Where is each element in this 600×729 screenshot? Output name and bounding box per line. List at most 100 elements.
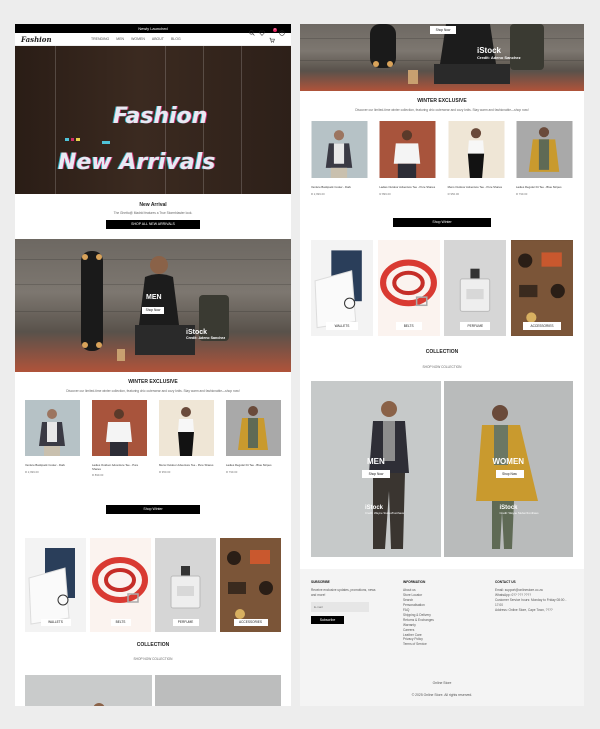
product-card[interactable]: Ladies Outdoor Adventure Tee - Pure Shar… xyxy=(379,121,436,196)
category-wallets[interactable]: WALLETS xyxy=(25,538,86,632)
collection-women-tile[interactable] xyxy=(154,675,282,706)
information-title: INFORMATION xyxy=(403,580,426,584)
hero-texture xyxy=(55,46,56,194)
category-label: ACCESSORIES xyxy=(233,619,268,626)
footer-link-terms[interactable]: Terms of Service xyxy=(403,642,483,647)
shop-winter-button[interactable]: Shop Winter xyxy=(106,505,200,515)
collection-women-tile[interactable]: WOMEN Shop Now iStock Credit: Wayne Stub… xyxy=(443,380,573,557)
heart-icon[interactable] xyxy=(259,30,265,36)
credit-text: Credit: Wayne Stuber/Fonthaus xyxy=(499,510,539,515)
hero-banner[interactable]: Fashion New Arrivals xyxy=(15,46,291,194)
collection-title: COLLECTION xyxy=(136,642,170,648)
footer-store-name: Online Store xyxy=(432,681,452,685)
category-perfume[interactable]: PERFUME xyxy=(444,239,507,336)
product-name: Ladies Regular Fit Tee - Blue Stripes xyxy=(515,185,562,189)
men-collection-shop-button[interactable]: Shop Now xyxy=(362,469,390,478)
product-name: Venture Backpack Cooler - Dark xyxy=(25,463,65,467)
category-perfume[interactable]: PERFUME xyxy=(155,538,216,632)
collection-men-tile[interactable]: MEN Shop Now iStock Credit: Wayne Stuber… xyxy=(311,380,441,557)
category-label: ACCESSORIES xyxy=(522,321,561,330)
product-card[interactable]: Venture Backpack Cooler - Dark R 2,999.0… xyxy=(311,121,368,196)
winter-subtitle: Discover our limited-time winter collect… xyxy=(355,108,529,112)
category-belts[interactable]: BELTS xyxy=(90,538,151,632)
collection-section: COLLECTION SHOP NOW COLLECTION xyxy=(15,632,291,706)
women-collection-label: WOMEN xyxy=(492,456,525,466)
winter-title: WINTER EXCLUSIVE xyxy=(128,379,178,385)
men-banner[interactable]: MEN Shop Now iStock Credit: Adeno Sanche… xyxy=(15,239,291,372)
nav-link-women[interactable]: WOMEN xyxy=(131,37,145,41)
footer-copyright: © 2025 Online Store. All rights reserved… xyxy=(411,693,473,697)
category-label: BELTS xyxy=(110,619,131,626)
winter-title: WINTER EXCLUSIVE xyxy=(417,98,467,104)
category-label: PERFUME xyxy=(460,321,491,330)
brand-logo[interactable]: Fashion xyxy=(21,35,91,44)
category-tiles: WALLETS BELTS PERFUME ACCESSORIES xyxy=(300,239,584,336)
women-collection-credit: iStock Credit: Wayne Stuber/Fonthaus xyxy=(500,505,539,515)
credit-text: Credit: Adeno Sanchez xyxy=(477,55,521,60)
product-price: R 899.00 xyxy=(379,191,391,196)
winter-products: Venture Backpack Cooler - Dark R 2,999.0… xyxy=(15,400,291,477)
men-banner-label: MEN xyxy=(146,294,162,301)
footer-information: INFORMATION About us Store Locator Searc… xyxy=(403,580,483,647)
collection-section: COLLECTION SHOP NOW COLLECTION MEN Shop … xyxy=(300,336,584,557)
men-collection-label: MEN xyxy=(367,456,385,466)
product-card[interactable]: Mens Outdoor Adventure Tee - Pure Shares… xyxy=(448,121,505,196)
product-name: Ladies Outdoor Adventure Tee - Pure Shar… xyxy=(379,185,436,189)
nav-link-blog[interactable]: BLOG xyxy=(171,37,181,41)
men-shop-now-button[interactable]: Shop Now xyxy=(142,307,164,314)
category-accessories[interactable]: ACCESSORIES xyxy=(220,538,281,632)
product-name: Mens Outdoor Adventure Tee - Pure Shares xyxy=(159,463,214,467)
collection-grid: MEN Shop Now iStock Credit: Wayne Stuber… xyxy=(300,380,584,557)
product-card[interactable]: Ladies Regular Fit Tee - Blue Stripes R … xyxy=(516,121,573,196)
site-footer: SUBSCRIBE Receive exclusive updates, pro… xyxy=(300,569,584,706)
men-banner-continued[interactable]: Shop Now iStock Credit: Adeno Sanchez xyxy=(300,24,584,91)
collection-title: COLLECTION xyxy=(425,348,459,355)
product-price: R 2,999.00 xyxy=(25,469,39,474)
category-accessories[interactable]: ACCESSORIES xyxy=(510,239,573,336)
hero-texture xyxy=(241,46,242,194)
subscribe-text: Receive exclusive updates, promotions, n… xyxy=(311,587,376,597)
user-icon[interactable] xyxy=(279,30,285,36)
men-collection-credit: iStock Credit: Wayne Stuber/Fonthaus xyxy=(365,505,404,515)
product-card[interactable]: Venture Backpack Cooler - Dark R 2,999.0… xyxy=(25,400,80,477)
product-card[interactable]: Ladies Outdoor Adventure Tee - Pure Shar… xyxy=(92,400,147,477)
shop-all-new-arrivals-button[interactable]: SHOP ALL NEW ARRIVALS xyxy=(106,220,200,229)
product-card[interactable]: Ladies Regular Fit Tee - Blue Stripes R … xyxy=(226,400,281,477)
subscribe-button[interactable]: Subscribe xyxy=(311,615,344,624)
nav-link-men[interactable]: MEN xyxy=(116,37,124,41)
winter-section: WINTER EXCLUSIVE Discover our limited-ti… xyxy=(300,91,584,227)
belts-image xyxy=(92,557,148,603)
product-name: Ladies Outdoor Adventure Tee - Pure Shar… xyxy=(92,463,139,471)
winter-subtitle: Discover our limited-time winter collect… xyxy=(66,389,240,393)
nav-link-trending[interactable]: TRENDING xyxy=(91,37,109,41)
men-shop-now-button[interactable]: Shop Now xyxy=(430,26,456,34)
product-image xyxy=(516,121,573,178)
women-photo xyxy=(155,675,282,706)
category-belts[interactable]: BELTS xyxy=(377,239,440,336)
product-image xyxy=(226,400,281,456)
cart-icon xyxy=(269,37,275,43)
product-image xyxy=(379,121,436,178)
product-price: R 799.00 xyxy=(226,469,238,474)
women-collection-shop-button[interactable]: Shop Now xyxy=(495,469,524,478)
subscribe-title: SUBSCRIBE xyxy=(311,580,330,584)
product-image xyxy=(25,400,80,456)
new-arrival-section: New Arrival The Ghetto@ Madrid features … xyxy=(15,194,291,239)
category-tiles: WALLETS BELTS PERFUME ACCESSORIES xyxy=(15,538,291,632)
email-field[interactable] xyxy=(311,601,369,612)
contact-address: Address: Online Store, Cape Town, ???? xyxy=(495,607,553,612)
product-name: Ladies Regular Fit Tee - Blue Stripes xyxy=(226,463,272,467)
search-icon[interactable] xyxy=(249,30,255,36)
shop-winter-button[interactable]: Shop Winter xyxy=(393,217,491,227)
nav-link-about[interactable]: ABOUT xyxy=(152,37,164,41)
collection-men-tile[interactable] xyxy=(25,675,152,706)
category-wallets[interactable]: WALLETS xyxy=(311,239,373,336)
page-left-column: Newly Launched Fashion TRENDING MEN WOME… xyxy=(15,24,291,706)
product-card[interactable]: Mens Outdoor Adventure Tee - Pure Shares… xyxy=(159,400,214,477)
perfume-image xyxy=(170,566,201,609)
glitch-mark xyxy=(102,141,110,144)
men-photo xyxy=(369,400,409,549)
category-label: WALLETS xyxy=(40,619,71,626)
hero-title-new-arrivals: New Arrivals xyxy=(58,150,216,175)
product-price: R 899.00 xyxy=(92,473,104,478)
